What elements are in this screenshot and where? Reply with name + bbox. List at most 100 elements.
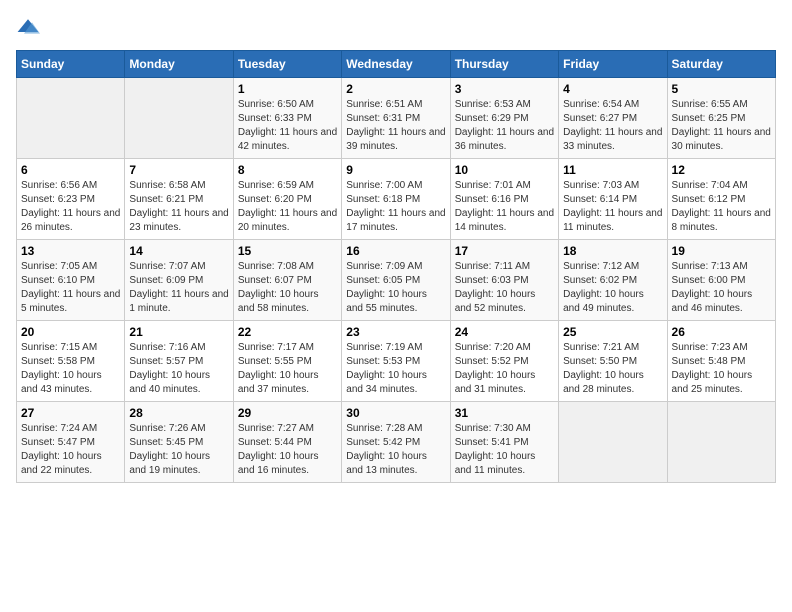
day-number: 7 <box>129 163 228 177</box>
column-header-thursday: Thursday <box>450 51 558 78</box>
day-number: 14 <box>129 244 228 258</box>
day-detail: Sunrise: 7:04 AMSunset: 6:12 PMDaylight:… <box>672 180 771 233</box>
day-detail: Sunrise: 7:13 AMSunset: 6:00 PMDaylight:… <box>672 261 753 314</box>
calendar-cell: 17 Sunrise: 7:11 AMSunset: 6:03 PMDayligh… <box>450 240 558 321</box>
week-row-2: 6 Sunrise: 6:56 AMSunset: 6:23 PMDaylight… <box>17 159 776 240</box>
day-detail: Sunrise: 6:59 AMSunset: 6:20 PMDaylight:… <box>238 180 337 233</box>
day-detail: Sunrise: 7:03 AMSunset: 6:14 PMDaylight:… <box>563 180 662 233</box>
day-number: 26 <box>672 325 771 339</box>
day-detail: Sunrise: 7:15 AMSunset: 5:58 PMDaylight:… <box>21 342 102 395</box>
day-detail: Sunrise: 7:27 AMSunset: 5:44 PMDaylight:… <box>238 423 319 476</box>
calendar-cell: 19 Sunrise: 7:13 AMSunset: 6:00 PMDayligh… <box>667 240 775 321</box>
day-detail: Sunrise: 6:54 AMSunset: 6:27 PMDaylight:… <box>563 99 662 152</box>
calendar-cell: 4 Sunrise: 6:54 AMSunset: 6:27 PMDaylight… <box>559 78 667 159</box>
day-number: 31 <box>455 406 554 420</box>
calendar-cell: 18Sunrise: 7:12 AMSunset: 6:02 PMDayligh… <box>559 240 667 321</box>
calendar-cell: 27 Sunrise: 7:24 AMSunset: 5:47 PMDayligh… <box>17 402 125 483</box>
day-number: 6 <box>21 163 120 177</box>
day-detail: Sunrise: 7:24 AMSunset: 5:47 PMDaylight:… <box>21 423 102 476</box>
day-number: 20 <box>21 325 120 339</box>
day-detail: Sunrise: 7:05 AMSunset: 6:10 PMDaylight:… <box>21 261 120 314</box>
day-detail: Sunrise: 7:26 AMSunset: 5:45 PMDaylight:… <box>129 423 210 476</box>
day-detail: Sunrise: 7:01 AMSunset: 6:16 PMDaylight:… <box>455 180 554 233</box>
calendar-cell <box>17 78 125 159</box>
logo <box>16 16 44 40</box>
calendar-cell: 13Sunrise: 7:05 AMSunset: 6:10 PMDayligh… <box>17 240 125 321</box>
day-detail: Sunrise: 7:19 AMSunset: 5:53 PMDaylight:… <box>346 342 427 395</box>
calendar-cell: 26 Sunrise: 7:23 AMSunset: 5:48 PMDayligh… <box>667 321 775 402</box>
calendar-cell: 12 Sunrise: 7:04 AMSunset: 6:12 PMDayligh… <box>667 159 775 240</box>
day-number: 5 <box>672 82 771 96</box>
calendar-cell <box>667 402 775 483</box>
logo-icon <box>16 16 40 40</box>
day-detail: Sunrise: 7:17 AMSunset: 5:55 PMDaylight:… <box>238 342 319 395</box>
week-row-3: 13Sunrise: 7:05 AMSunset: 6:10 PMDayligh… <box>17 240 776 321</box>
column-header-tuesday: Tuesday <box>233 51 341 78</box>
day-number: 24 <box>455 325 554 339</box>
calendar-cell: 28 Sunrise: 7:26 AMSunset: 5:45 PMDayligh… <box>125 402 233 483</box>
day-detail: Sunrise: 6:58 AMSunset: 6:21 PMDaylight:… <box>129 180 228 233</box>
calendar-cell: 15 Sunrise: 7:08 AMSunset: 6:07 PMDayligh… <box>233 240 341 321</box>
calendar-cell: 6 Sunrise: 6:56 AMSunset: 6:23 PMDaylight… <box>17 159 125 240</box>
day-detail: Sunrise: 7:30 AMSunset: 5:41 PMDaylight:… <box>455 423 536 476</box>
calendar-cell: 3Sunrise: 6:53 AMSunset: 6:29 PMDaylight… <box>450 78 558 159</box>
page-header <box>16 16 776 40</box>
day-detail: Sunrise: 7:09 AMSunset: 6:05 PMDaylight:… <box>346 261 427 314</box>
day-detail: Sunrise: 6:55 AMSunset: 6:25 PMDaylight:… <box>672 99 771 152</box>
column-header-wednesday: Wednesday <box>342 51 450 78</box>
calendar-cell: 7 Sunrise: 6:58 AMSunset: 6:21 PMDaylight… <box>125 159 233 240</box>
day-number: 15 <box>238 244 337 258</box>
day-detail: Sunrise: 7:21 AMSunset: 5:50 PMDaylight:… <box>563 342 644 395</box>
calendar-cell: 16 Sunrise: 7:09 AMSunset: 6:05 PMDayligh… <box>342 240 450 321</box>
day-number: 2 <box>346 82 445 96</box>
week-row-4: 20 Sunrise: 7:15 AMSunset: 5:58 PMDayligh… <box>17 321 776 402</box>
day-detail: Sunrise: 7:20 AMSunset: 5:52 PMDaylight:… <box>455 342 536 395</box>
day-detail: Sunrise: 7:11 AMSunset: 6:03 PMDaylight:… <box>455 261 536 314</box>
calendar-cell: 29 Sunrise: 7:27 AMSunset: 5:44 PMDayligh… <box>233 402 341 483</box>
calendar-header-row: SundayMondayTuesdayWednesdayThursdayFrid… <box>17 51 776 78</box>
day-number: 19 <box>672 244 771 258</box>
day-number: 1 <box>238 82 337 96</box>
calendar-cell: 20 Sunrise: 7:15 AMSunset: 5:58 PMDayligh… <box>17 321 125 402</box>
day-number: 29 <box>238 406 337 420</box>
day-number: 28 <box>129 406 228 420</box>
calendar-cell: 21Sunrise: 7:16 AMSunset: 5:57 PMDayligh… <box>125 321 233 402</box>
day-detail: Sunrise: 7:23 AMSunset: 5:48 PMDaylight:… <box>672 342 753 395</box>
calendar-cell: 2 Sunrise: 6:51 AMSunset: 6:31 PMDaylight… <box>342 78 450 159</box>
calendar-cell <box>559 402 667 483</box>
day-number: 16 <box>346 244 445 258</box>
day-number: 21 <box>129 325 228 339</box>
column-header-friday: Friday <box>559 51 667 78</box>
day-number: 9 <box>346 163 445 177</box>
day-detail: Sunrise: 7:28 AMSunset: 5:42 PMDaylight:… <box>346 423 427 476</box>
day-detail: Sunrise: 7:08 AMSunset: 6:07 PMDaylight:… <box>238 261 319 314</box>
day-number: 17 <box>455 244 554 258</box>
calendar-table: SundayMondayTuesdayWednesdayThursdayFrid… <box>16 50 776 483</box>
day-number: 23 <box>346 325 445 339</box>
day-number: 30 <box>346 406 445 420</box>
day-number: 3 <box>455 82 554 96</box>
day-number: 12 <box>672 163 771 177</box>
day-detail: Sunrise: 6:56 AMSunset: 6:23 PMDaylight:… <box>21 180 120 233</box>
calendar-cell: 9Sunrise: 7:00 AMSunset: 6:18 PMDaylight… <box>342 159 450 240</box>
calendar-cell: 11 Sunrise: 7:03 AMSunset: 6:14 PMDayligh… <box>559 159 667 240</box>
day-number: 27 <box>21 406 120 420</box>
column-header-saturday: Saturday <box>667 51 775 78</box>
day-detail: Sunrise: 7:07 AMSunset: 6:09 PMDaylight:… <box>129 261 228 314</box>
calendar-cell: 25 Sunrise: 7:21 AMSunset: 5:50 PMDayligh… <box>559 321 667 402</box>
calendar-cell: 24 Sunrise: 7:20 AMSunset: 5:52 PMDayligh… <box>450 321 558 402</box>
day-detail: Sunrise: 6:51 AMSunset: 6:31 PMDaylight:… <box>346 99 445 152</box>
day-detail: Sunrise: 7:12 AMSunset: 6:02 PMDaylight:… <box>563 261 644 314</box>
calendar-cell: 10Sunrise: 7:01 AMSunset: 6:16 PMDayligh… <box>450 159 558 240</box>
column-header-sunday: Sunday <box>17 51 125 78</box>
day-number: 4 <box>563 82 662 96</box>
calendar-cell: 22Sunrise: 7:17 AMSunset: 5:55 PMDayligh… <box>233 321 341 402</box>
day-detail: Sunrise: 6:50 AMSunset: 6:33 PMDaylight:… <box>238 99 337 152</box>
calendar-cell: 31 Sunrise: 7:30 AMSunset: 5:41 PMDayligh… <box>450 402 558 483</box>
day-number: 11 <box>563 163 662 177</box>
calendar-cell: 30 Sunrise: 7:28 AMSunset: 5:42 PMDayligh… <box>342 402 450 483</box>
calendar-cell: 14 Sunrise: 7:07 AMSunset: 6:09 PMDayligh… <box>125 240 233 321</box>
calendar-cell <box>125 78 233 159</box>
day-number: 25 <box>563 325 662 339</box>
calendar-cell: 1 Sunrise: 6:50 AMSunset: 6:33 PMDaylight… <box>233 78 341 159</box>
